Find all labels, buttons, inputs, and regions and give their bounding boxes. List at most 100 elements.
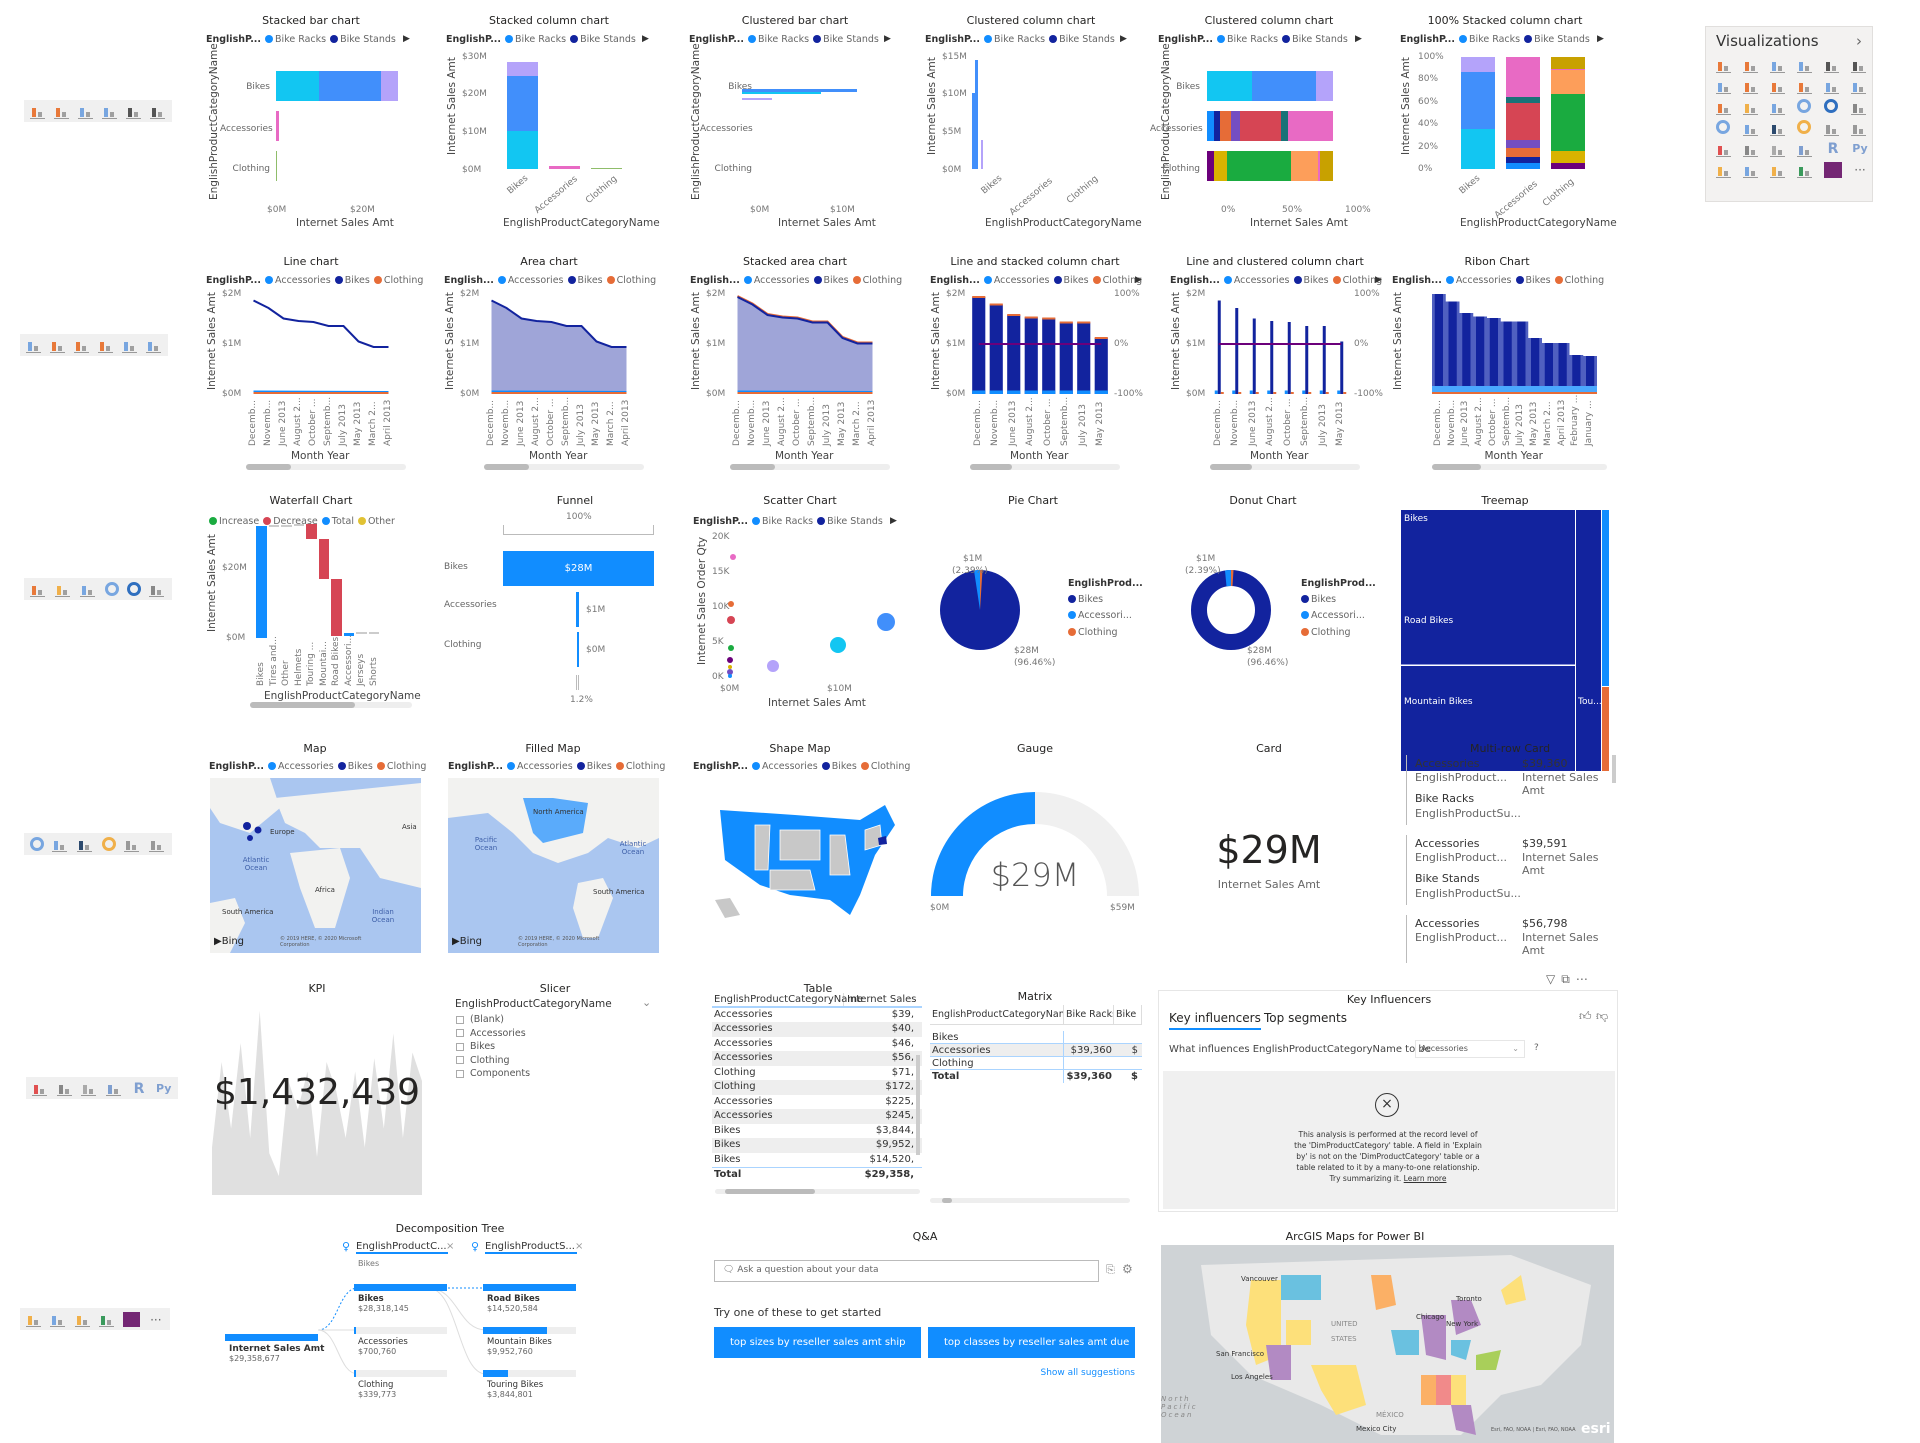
- table-row[interactable]: Accessories $225,: [712, 1095, 922, 1110]
- slicer-icon[interactable]: [56, 1081, 74, 1096]
- legend-next-arrow[interactable]: ▶: [1375, 275, 1382, 285]
- column-segment[interactable]: [549, 166, 580, 169]
- table-row[interactable]: Bikes $3,844,: [712, 1124, 922, 1139]
- bar-segment[interactable]: [1230, 111, 1240, 141]
- bar-segment[interactable]: [1288, 111, 1333, 141]
- ribbon-icon[interactable]: [146, 338, 162, 353]
- gear-icon[interactable]: ⚙: [1122, 1262, 1133, 1276]
- column-segment[interactable]: [507, 131, 538, 169]
- horizontal-scrollbar[interactable]: [930, 1198, 1130, 1203]
- tab-key-influencers[interactable]: Key influencers: [1169, 1011, 1261, 1030]
- map-canvas[interactable]: Europe Asia Atlantic Ocean Africa South …: [210, 778, 421, 953]
- bar-segment[interactable]: [1220, 111, 1231, 141]
- funnel-icon[interactable]: [55, 582, 72, 597]
- column-segment[interactable]: [507, 62, 538, 76]
- line-clustered-column-icon[interactable]: [1824, 78, 1842, 94]
- matrix-row[interactable]: Accessories $39,360 $: [930, 1044, 1142, 1057]
- bar-segment[interactable]: [1207, 151, 1214, 181]
- kpi-icon[interactable]: [32, 1081, 49, 1096]
- map-icon[interactable]: [1716, 120, 1730, 134]
- close-icon[interactable]: ×: [575, 1241, 583, 1252]
- bar-segment[interactable]: [381, 71, 398, 101]
- stacked-column-icon[interactable]: [54, 104, 70, 119]
- table-row[interactable]: Accessories $39,: [712, 1008, 922, 1023]
- scrollbar[interactable]: [484, 464, 644, 470]
- table-row[interactable]: Bikes $9,952,: [712, 1138, 922, 1153]
- pie-icon[interactable]: [1797, 99, 1811, 113]
- horizontal-scrollbar[interactable]: [715, 1189, 920, 1194]
- multi-row-card-item[interactable]: Accessories EnglishProduct... $39,360 Inter…: [1406, 755, 1611, 825]
- qa-icon[interactable]: [74, 1312, 91, 1327]
- python-script-icon[interactable]: Py: [155, 1081, 172, 1096]
- scatter-icon[interactable]: [1770, 99, 1788, 115]
- qa-input[interactable]: 🗨︎ Ask a question about your data: [714, 1260, 1099, 1282]
- legend-next-arrow[interactable]: ▶: [1120, 34, 1127, 44]
- area-icon[interactable]: [50, 338, 66, 353]
- legend-next-arrow[interactable]: ▶: [890, 516, 897, 526]
- bar-segment[interactable]: [1207, 71, 1252, 101]
- bar-segment[interactable]: [1213, 151, 1228, 181]
- scatter-point[interactable]: [830, 637, 846, 653]
- more-icon[interactable]: ···: [148, 1312, 164, 1327]
- decomp-bar-track[interactable]: [354, 1327, 447, 1334]
- python-script-icon[interactable]: Py: [1851, 141, 1869, 157]
- kpi-icon[interactable]: [1716, 141, 1734, 157]
- key-influencers-icon[interactable]: [26, 1312, 42, 1327]
- map-icon[interactable]: [30, 837, 44, 851]
- table-row[interactable]: Bikes $14,520,: [712, 1153, 922, 1168]
- 100-stacked-column-icon[interactable]: [1851, 57, 1869, 73]
- scatter-point[interactable]: [728, 601, 734, 607]
- multi-row-card-item[interactable]: Accessories EnglishProduct... $39,591 Inter…: [1406, 835, 1611, 905]
- learn-more-link[interactable]: Learn more: [1404, 1174, 1447, 1183]
- waterfall-bar[interactable]: [368, 632, 379, 634]
- filled-map-icon[interactable]: [52, 837, 69, 852]
- decomposition-tree-icon[interactable]: [1743, 162, 1761, 178]
- chevron-right-icon[interactable]: ›: [1856, 32, 1862, 50]
- waterfall-icon[interactable]: [1716, 99, 1734, 115]
- thumbs-down-icon[interactable]: 👎︎: [1596, 1009, 1608, 1024]
- show-all-suggestions-link[interactable]: Show all suggestions: [1000, 1368, 1136, 1378]
- column-segment[interactable]: [1506, 162, 1540, 169]
- qa-suggestion-button[interactable]: top sizes by reseller sales amt ship: [714, 1327, 921, 1358]
- matrix-row[interactable]: Bikes: [930, 1031, 1142, 1044]
- tab-top-segments[interactable]: Top segments: [1264, 1011, 1347, 1025]
- key-influencers-visual[interactable]: Key Influencers Key influencers Top segm…: [1158, 990, 1618, 1212]
- multi-row-card-icon[interactable]: [149, 837, 166, 852]
- column-segment[interactable]: [1551, 162, 1585, 169]
- level1-header[interactable]: EnglishProductC...: [356, 1241, 448, 1254]
- bar-segment[interactable]: [1319, 151, 1333, 181]
- column-header[interactable]: Bike Racks: [1064, 1005, 1114, 1024]
- table-row[interactable]: Accessories $46,: [712, 1037, 922, 1052]
- chevron-down-icon[interactable]: ⌄: [642, 996, 651, 1009]
- stacked-bar-icon[interactable]: [1716, 57, 1734, 73]
- line-clustered-column-icon[interactable]: [122, 338, 138, 353]
- focus-mode-icon[interactable]: ⧉: [1561, 972, 1576, 986]
- donut-icon[interactable]: [1824, 99, 1838, 113]
- column-segment[interactable]: [1551, 70, 1585, 94]
- column-header[interactable]: EnglishProductCategoryName: [712, 993, 863, 1006]
- scrollbar[interactable]: [1210, 464, 1360, 470]
- column-segment[interactable]: [1551, 68, 1585, 71]
- bar-segment[interactable]: [1239, 111, 1282, 141]
- waterfall-bar[interactable]: [256, 526, 267, 638]
- column-segment[interactable]: [591, 168, 622, 169]
- checkbox[interactable]: [456, 1069, 464, 1078]
- slicer-item[interactable]: Clothing: [456, 1055, 510, 1066]
- scrollbar[interactable]: [246, 464, 406, 470]
- shape-map-icon[interactable]: [1770, 120, 1788, 136]
- treemap-tile-touring-bikes[interactable]: [1576, 510, 1601, 771]
- qa-icon[interactable]: [1770, 162, 1788, 178]
- scatter-point[interactable]: [727, 657, 733, 663]
- arcgis-map-icon[interactable]: [98, 1312, 115, 1327]
- legend-next-arrow[interactable]: ▶: [642, 34, 649, 44]
- matrix-row[interactable]: Clothing: [930, 1057, 1142, 1070]
- funnel-bar-bikes[interactable]: $28M: [503, 551, 654, 586]
- waterfall-bar[interactable]: [331, 578, 342, 637]
- ki-dropdown[interactable]: Accessories ⌄: [1415, 1040, 1525, 1058]
- root-bar[interactable]: [225, 1334, 318, 1341]
- table-row[interactable]: Accessories $40,: [712, 1022, 922, 1037]
- thumbs-up-icon[interactable]: 👍︎: [1579, 1009, 1592, 1024]
- card-icon[interactable]: [124, 837, 141, 852]
- clustered-bar-icon[interactable]: [1770, 57, 1788, 73]
- waterfall-bar[interactable]: [293, 524, 304, 526]
